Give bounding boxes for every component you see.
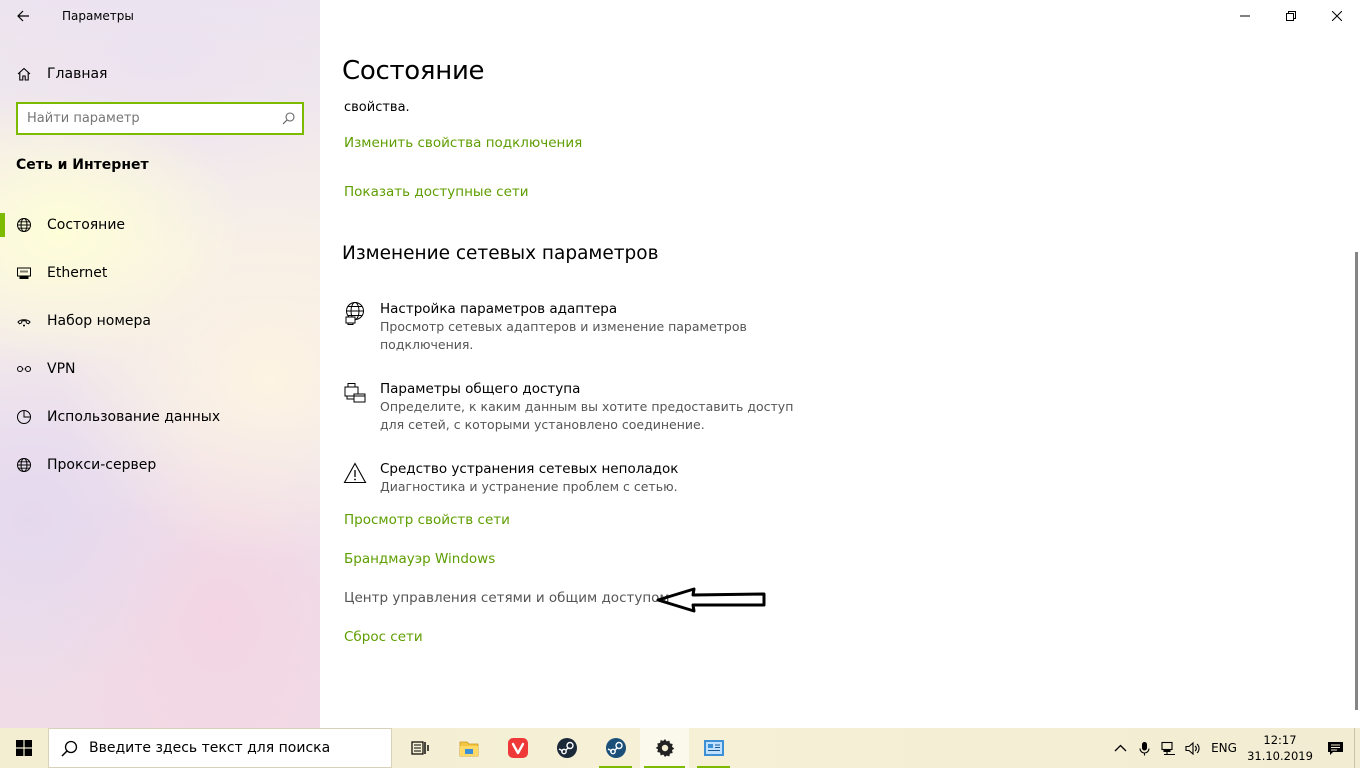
back-button[interactable] bbox=[0, 0, 46, 32]
task-view-icon bbox=[410, 741, 429, 755]
network-sharing-center-link[interactable]: Центр управления сетями и общим доступом bbox=[344, 590, 670, 606]
sidebar-item-dialup[interactable]: Набор номера bbox=[0, 297, 320, 345]
adapter-icon bbox=[342, 301, 368, 327]
action-center-button[interactable] bbox=[1316, 728, 1354, 768]
taskbar-app-settings[interactable] bbox=[640, 728, 689, 768]
search-icon bbox=[49, 740, 89, 757]
sidebar-item-label: VPN bbox=[47, 361, 76, 377]
restore-button[interactable] bbox=[1268, 0, 1314, 32]
sharing-options-item[interactable]: Параметры общего доступа Определите, к к… bbox=[342, 380, 800, 434]
taskbar-app-steam[interactable] bbox=[542, 728, 591, 768]
taskbar: Введите здесь текст для поиска ENG 12:17… bbox=[0, 728, 1360, 768]
section-title: Сеть и Интернет bbox=[16, 157, 149, 173]
setting-title: Параметры общего доступа bbox=[380, 381, 581, 397]
setting-description: Просмотр сетевых адаптеров и изменение п… bbox=[380, 319, 747, 352]
sidebar-item-label: Ethernet bbox=[47, 265, 108, 281]
input-language-indicator[interactable]: ENG bbox=[1204, 741, 1244, 755]
speaker-icon bbox=[1184, 741, 1199, 755]
sidebar-item-label: Прокси-сервер bbox=[47, 457, 157, 473]
globe-icon bbox=[16, 457, 32, 473]
setting-title: Настройка параметров адаптера bbox=[380, 301, 618, 317]
taskbar-app-steam-running[interactable] bbox=[591, 728, 640, 768]
taskbar-app-vivaldi[interactable] bbox=[493, 728, 542, 768]
sidebar-item-label: Использование данных bbox=[47, 409, 221, 425]
home-label: Главная bbox=[47, 66, 108, 82]
annotation-arrow bbox=[656, 587, 766, 613]
close-icon bbox=[1332, 11, 1342, 21]
sidebar-nav-list: Состояние Ethernet Набор номера VPN Испо… bbox=[0, 201, 320, 489]
page-title: Состояние bbox=[342, 56, 485, 86]
settings-gear-icon bbox=[655, 739, 674, 757]
clock-time: 12:17 bbox=[1263, 733, 1297, 747]
setting-description: Диагностика и устранение проблем с сетью… bbox=[380, 479, 678, 494]
windows-firewall-link[interactable]: Брандмауэр Windows bbox=[344, 551, 495, 567]
control-panel-icon bbox=[703, 740, 724, 756]
setting-description: Определите, к каким данным вы хотите пре… bbox=[380, 399, 794, 432]
sidebar-item-data-usage[interactable]: Использование данных bbox=[0, 393, 320, 441]
sidebar: Параметры Главная Сеть и Интернет Состоя… bbox=[0, 0, 320, 728]
windows-logo-icon bbox=[16, 740, 32, 756]
notification-icon bbox=[1327, 741, 1343, 755]
change-connection-properties-link[interactable]: Изменить свойства подключения bbox=[344, 135, 582, 151]
home-icon bbox=[16, 66, 32, 82]
sidebar-item-label: Состояние bbox=[47, 217, 126, 233]
microphone-tray-button[interactable] bbox=[1132, 728, 1156, 768]
network-troubleshooter-item[interactable]: Средство устранения сетевых неполадок Ди… bbox=[342, 460, 800, 496]
minimize-icon bbox=[1240, 15, 1250, 17]
setting-title: Средство устранения сетевых неполадок bbox=[380, 461, 679, 477]
clock-date: 31.10.2019 bbox=[1247, 749, 1313, 763]
main-content: Состояние свойства. Изменить свойства по… bbox=[320, 0, 1360, 728]
close-button[interactable] bbox=[1314, 0, 1360, 32]
steam-icon bbox=[605, 738, 626, 758]
minimize-button[interactable] bbox=[1222, 0, 1268, 32]
scrollbar[interactable] bbox=[1355, 252, 1358, 710]
search-icon[interactable] bbox=[274, 112, 302, 125]
globe-icon bbox=[16, 217, 32, 233]
sidebar-item-ethernet[interactable]: Ethernet bbox=[0, 249, 320, 297]
data-usage-icon bbox=[16, 409, 32, 425]
show-desktop-button[interactable] bbox=[1354, 728, 1360, 768]
taskbar-app-control-panel[interactable] bbox=[689, 728, 738, 768]
chevron-up-icon bbox=[1114, 744, 1126, 751]
volume-tray-button[interactable] bbox=[1180, 728, 1204, 768]
show-available-networks-link[interactable]: Показать доступные сети bbox=[344, 184, 529, 200]
home-nav-item[interactable]: Главная bbox=[0, 56, 320, 92]
window-controls bbox=[1222, 0, 1360, 32]
warning-icon bbox=[342, 461, 368, 487]
sidebar-item-status[interactable]: Состояние bbox=[0, 201, 320, 249]
vivaldi-icon bbox=[507, 738, 528, 758]
dialup-icon bbox=[16, 313, 32, 329]
settings-search-input[interactable] bbox=[18, 104, 274, 133]
title-bar-left: Параметры bbox=[0, 0, 320, 32]
file-explorer-icon bbox=[459, 741, 478, 757]
steam-icon bbox=[556, 738, 577, 758]
sidebar-item-vpn[interactable]: VPN bbox=[0, 345, 320, 393]
sidebar-item-label: Набор номера bbox=[47, 313, 152, 329]
network-reset-link[interactable]: Сброс сети bbox=[344, 629, 423, 645]
settings-search-box[interactable] bbox=[16, 102, 304, 135]
show-hidden-icons-button[interactable] bbox=[1108, 728, 1132, 768]
start-button[interactable] bbox=[0, 728, 48, 768]
taskbar-search-box[interactable]: Введите здесь текст для поиска bbox=[48, 728, 392, 768]
vpn-icon bbox=[16, 361, 32, 377]
system-tray: ENG 12:17 31.10.2019 bbox=[1108, 728, 1360, 768]
sharing-icon bbox=[342, 381, 368, 407]
task-view-button[interactable] bbox=[395, 728, 444, 768]
view-network-properties-link[interactable]: Просмотр свойств сети bbox=[344, 512, 510, 528]
ethernet-icon bbox=[16, 265, 32, 281]
restore-icon bbox=[1286, 11, 1296, 21]
taskbar-search-placeholder: Введите здесь текст для поиска bbox=[89, 740, 331, 756]
taskbar-clock[interactable]: 12:17 31.10.2019 bbox=[1244, 732, 1316, 764]
adapter-settings-item[interactable]: Настройка параметров адаптера Просмотр с… bbox=[342, 300, 800, 354]
ethernet-tray-icon bbox=[1160, 741, 1175, 755]
taskbar-app-file-explorer[interactable] bbox=[444, 728, 493, 768]
app-title: Параметры bbox=[62, 9, 134, 23]
network-tray-button[interactable] bbox=[1156, 728, 1180, 768]
clipped-description-text: свойства. bbox=[344, 100, 410, 115]
sidebar-item-proxy[interactable]: Прокси-сервер bbox=[0, 441, 320, 489]
network-settings-heading: Изменение сетевых параметров bbox=[342, 243, 659, 264]
microphone-icon bbox=[1138, 741, 1150, 755]
back-arrow-icon bbox=[17, 10, 29, 22]
